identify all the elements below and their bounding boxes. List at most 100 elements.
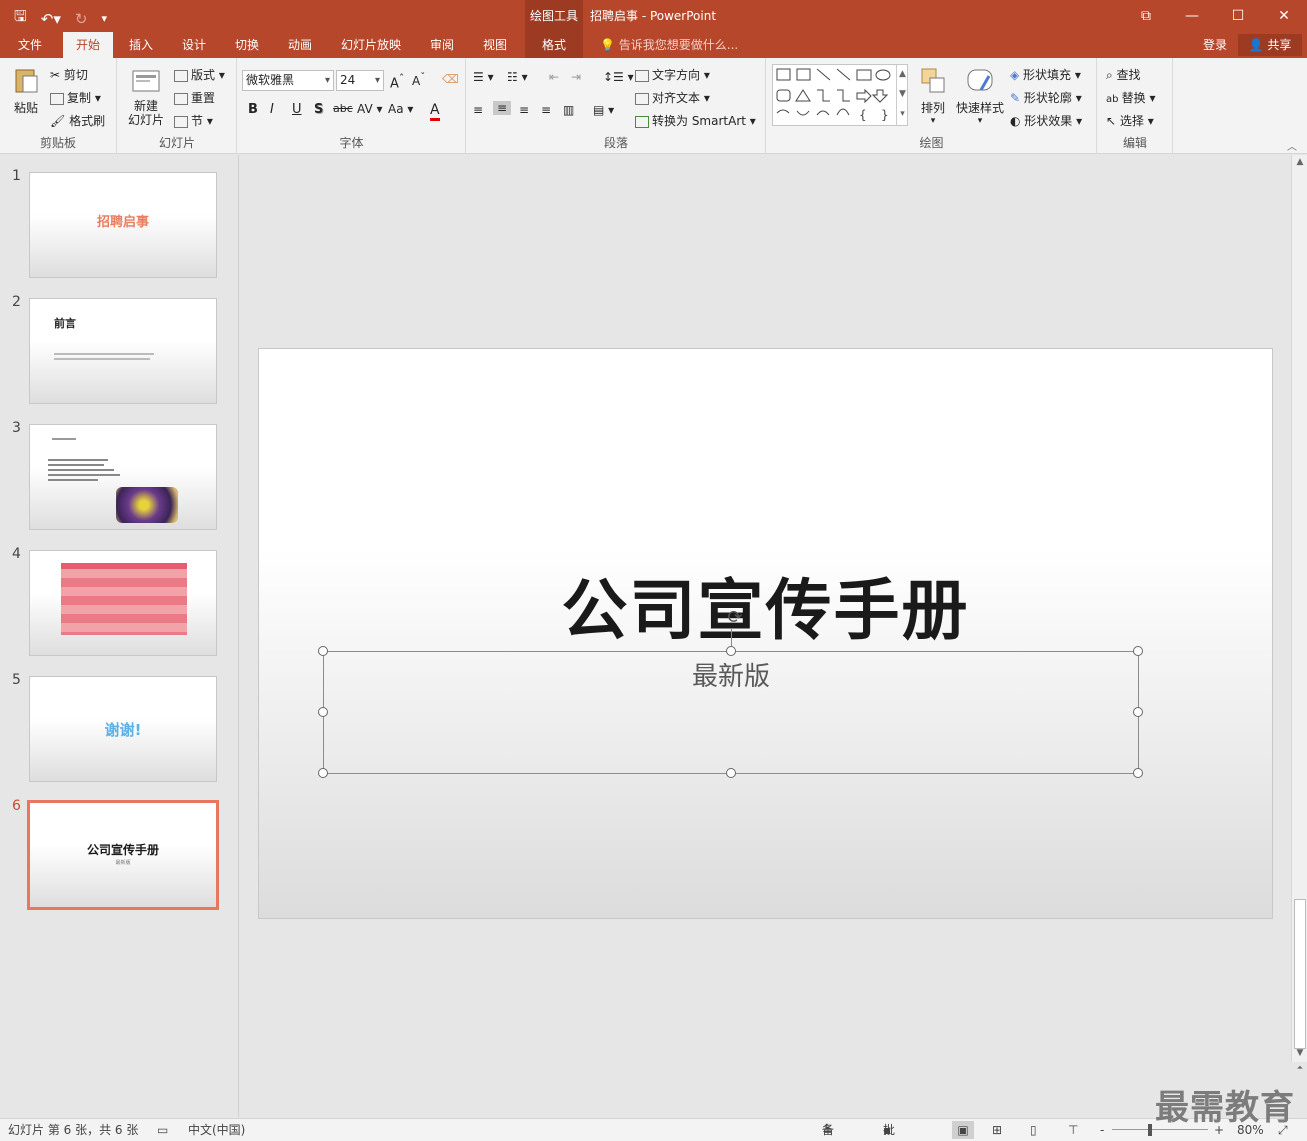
language-status[interactable]: 中文(中国) — [188, 1119, 245, 1141]
tab-design[interactable]: 设计 — [174, 32, 214, 58]
distributed-icon[interactable]: ▥ — [563, 103, 574, 117]
minimize-icon[interactable]: — — [1169, 0, 1215, 32]
tab-animations[interactable]: 动画 — [280, 32, 320, 58]
arrange-button[interactable]: 排列 ▾ — [916, 66, 950, 126]
slide-subtitle[interactable]: 最新版 — [324, 656, 1138, 693]
scroll-up-icon[interactable]: ▲ — [1292, 155, 1307, 169]
smartart-button[interactable]: 转换为 SmartArt ▾ — [635, 112, 756, 129]
redo-icon[interactable]: ↻ — [75, 10, 88, 28]
resize-handle-top[interactable] — [726, 646, 736, 656]
find-button[interactable]: ⌕ 查找 — [1106, 66, 1141, 83]
slide-thumbnail-4[interactable] — [29, 550, 217, 656]
underline-button[interactable]: U — [292, 102, 302, 117]
clear-format-icon[interactable]: ⌫ — [442, 72, 459, 86]
resize-handle-left[interactable] — [318, 707, 328, 717]
tab-view[interactable]: 视图 — [475, 32, 515, 58]
slide-title[interactable]: 公司宣传手册 — [259, 557, 1272, 653]
text-direction-button[interactable]: 文字方向 ▾ — [635, 66, 710, 83]
zoom-out-button[interactable]: - — [1100, 1119, 1104, 1141]
character-spacing-button[interactable]: AV ▾ — [357, 102, 383, 116]
quick-styles-button[interactable]: 快速样式 ▾ — [954, 66, 1006, 126]
tab-review[interactable]: 审阅 — [422, 32, 462, 58]
shape-effects-button[interactable]: ◐ 形状效果 ▾ — [1010, 112, 1082, 129]
login-link[interactable]: 登录 — [1203, 32, 1227, 58]
maximize-icon[interactable]: ☐ — [1215, 0, 1261, 32]
save-icon[interactable]: 🖫 — [14, 6, 27, 31]
tab-slideshow[interactable]: 幻灯片放映 — [336, 32, 406, 58]
columns-button[interactable]: ▤ ▾ — [593, 103, 614, 117]
resize-handle-bottom[interactable] — [726, 768, 736, 778]
customize-icon[interactable]: ▾ — [101, 12, 107, 25]
slide-sorter-icon[interactable]: ⊞ — [992, 1119, 1002, 1141]
strikethrough-button[interactable]: abc — [333, 102, 353, 115]
vertical-scrollbar[interactable]: ▲ ▼ ⏶ — [1291, 155, 1307, 1072]
layout-button[interactable]: 版式 ▾ — [174, 66, 225, 83]
resize-handle-top-right[interactable] — [1133, 646, 1143, 656]
justify-icon[interactable]: ≡ — [541, 103, 551, 117]
zoom-slider-thumb[interactable] — [1148, 1124, 1152, 1136]
new-slide-button[interactable]: 新建 幻灯片 — [122, 66, 170, 127]
previous-slide-icon[interactable]: ⏶ — [1292, 1061, 1307, 1075]
font-name-combo[interactable]: 微软雅黑 — [242, 70, 334, 91]
format-painter-button[interactable]: 🖌 格式刷 — [50, 112, 105, 129]
slide-thumbnail-1[interactable]: 招聘启事 — [29, 172, 217, 278]
reset-button[interactable]: 重置 — [174, 89, 215, 106]
line-spacing-button[interactable]: ↕☰ ▾ — [603, 70, 634, 84]
spellcheck-icon[interactable]: ▭ — [157, 1119, 168, 1141]
subtitle-placeholder[interactable]: ⟳ 最新版 — [318, 608, 1143, 778]
share-button[interactable]: 👤 共享 — [1238, 34, 1302, 56]
grow-font-icon[interactable]: Aˆ — [390, 72, 404, 91]
align-text-button[interactable]: 对齐文本 ▾ — [635, 89, 710, 106]
section-button[interactable]: 节 ▾ — [174, 112, 213, 129]
slide-thumbnail-5[interactable]: 谢谢! — [29, 676, 217, 782]
align-left-icon[interactable]: ≡ — [473, 103, 483, 117]
shapes-gallery-scroll[interactable]: ▲ ▼ ▾ — [896, 64, 908, 126]
cut-button[interactable]: ✂ 剪切 — [50, 66, 88, 83]
current-slide[interactable]: 公司宣传手册 ⟳ 最新版 — [258, 348, 1273, 919]
shape-fill-button[interactable]: ◈ 形状填充 ▾ — [1010, 66, 1081, 83]
resize-handle-top-left[interactable] — [318, 646, 328, 656]
slide-thumbnail-6[interactable]: 公司宣传手册 最新版 — [27, 800, 219, 910]
shapes-gallery[interactable]: {} — [772, 64, 908, 126]
resize-handle-bottom-left[interactable] — [318, 768, 328, 778]
shadow-button[interactable]: S — [314, 102, 323, 117]
select-button[interactable]: ↖ 选择 ▾ — [1106, 112, 1154, 129]
tab-transitions[interactable]: 切换 — [227, 32, 267, 58]
normal-view-icon[interactable]: ▣ — [952, 1121, 974, 1139]
italic-button[interactable]: I — [270, 102, 274, 117]
tab-format[interactable]: 格式 — [525, 32, 583, 58]
bold-button[interactable]: B — [248, 102, 258, 117]
numbering-button[interactable]: ☷ ▾ — [507, 70, 528, 84]
tab-file[interactable]: 文件 — [10, 32, 50, 58]
increase-indent-icon[interactable]: ⇥ — [571, 70, 581, 84]
scrollbar-thumb[interactable] — [1294, 899, 1306, 1049]
resize-handle-bottom-right[interactable] — [1133, 768, 1143, 778]
slideshow-view-icon[interactable]: ⊤ — [1068, 1119, 1078, 1141]
align-right-icon[interactable]: ≡ — [519, 103, 529, 117]
tell-me-box[interactable]: 💡 告诉我您想要做什么... — [600, 32, 738, 58]
tab-home[interactable]: 开始 — [63, 32, 113, 58]
ribbon-display-options-icon[interactable]: ⧉ — [1123, 0, 1169, 32]
undo-icon[interactable]: ↶▾ — [41, 10, 61, 28]
rotate-handle-icon[interactable]: ⟳ — [725, 608, 745, 628]
font-color-button[interactable]: A — [430, 102, 440, 121]
slide-thumbnail-2[interactable]: 前言 — [29, 298, 217, 404]
decrease-indent-icon[interactable]: ⇤ — [549, 70, 559, 84]
slide-thumbnail-3[interactable] — [29, 424, 217, 530]
collapse-ribbon-icon[interactable]: ︿ — [1287, 138, 1297, 153]
paste-button[interactable]: 粘贴 — [8, 66, 44, 116]
zoom-slider-track[interactable] — [1112, 1129, 1208, 1130]
replace-button[interactable]: ab 替换 ▾ — [1106, 89, 1156, 106]
reading-view-icon[interactable]: ▯ — [1030, 1119, 1037, 1141]
close-icon[interactable]: ✕ — [1261, 0, 1307, 32]
font-size-combo[interactable]: 24 — [336, 70, 384, 91]
shape-outline-button[interactable]: ✎ 形状轮廓 ▾ — [1010, 89, 1082, 106]
align-center-icon[interactable]: ≡ — [493, 101, 512, 115]
resize-handle-right[interactable] — [1133, 707, 1143, 717]
scroll-down-icon[interactable]: ▼ — [1292, 1046, 1307, 1060]
tab-insert[interactable]: 插入 — [121, 32, 161, 58]
bullets-button[interactable]: ☰ ▾ — [473, 70, 494, 84]
copy-button[interactable]: 复制 ▾ — [50, 89, 101, 106]
shrink-font-icon[interactable]: Aˇ — [412, 72, 425, 88]
change-case-button[interactable]: Aa ▾ — [388, 102, 413, 116]
